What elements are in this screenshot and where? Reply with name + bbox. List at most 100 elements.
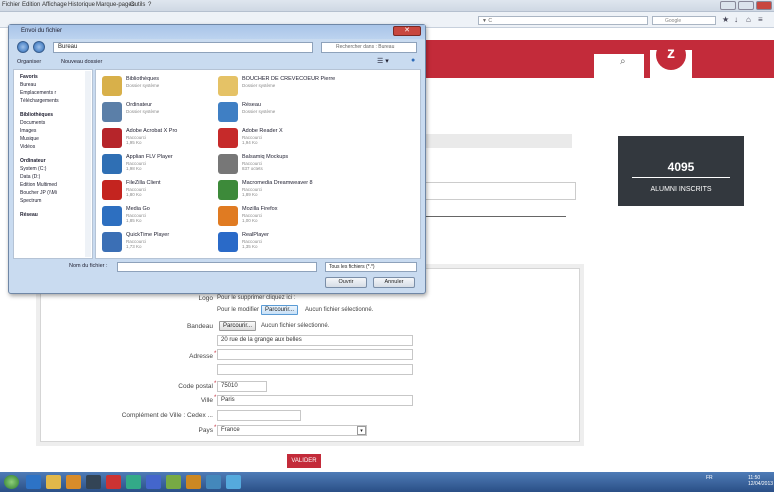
- maximize-button[interactable]: [738, 1, 754, 10]
- home-icon[interactable]: ⌂: [746, 15, 751, 24]
- file-item[interactable]: Balsamiq Mockups Raccourci 837 octets: [218, 152, 368, 178]
- file-name: Media Go: [126, 206, 150, 212]
- taskbar-app-icon[interactable]: [166, 475, 181, 489]
- bookmark-star-icon[interactable]: ★: [722, 15, 729, 24]
- nav-item[interactable]: Emplacements r: [20, 90, 56, 96]
- site-search[interactable]: ⌕: [594, 54, 644, 78]
- open-button[interactable]: Ouvrir: [325, 277, 367, 288]
- back-icon[interactable]: [17, 41, 29, 53]
- file-icon: [102, 76, 122, 96]
- file-icon: [218, 154, 238, 174]
- menu-historique[interactable]: Historique: [68, 2, 95, 8]
- nav-item[interactable]: System (C:): [20, 166, 46, 172]
- taskbar-app-icon[interactable]: [226, 475, 241, 489]
- dialog-close-button[interactable]: ✕: [393, 26, 421, 36]
- nav-scrollbar[interactable]: [85, 71, 91, 257]
- menu-fichier[interactable]: Fichier: [2, 2, 20, 8]
- file-name: Mozilla Firefox: [242, 206, 278, 212]
- menu-help[interactable]: ?: [148, 2, 151, 8]
- banner-label: Bandeau: [186, 323, 213, 330]
- zip-field[interactable]: 75010: [217, 381, 267, 392]
- address-line3-field[interactable]: [217, 364, 413, 375]
- chevron-down-icon[interactable]: ▾: [357, 426, 366, 435]
- nav-item[interactable]: Bibliothèques: [20, 112, 53, 118]
- view-options-icon[interactable]: ☰ ▾: [377, 57, 389, 65]
- new-folder-button[interactable]: Nouveau dossier: [61, 59, 102, 65]
- nav-item[interactable]: Vidéos: [20, 144, 35, 150]
- url-bar[interactable]: ▼ C: [478, 16, 648, 25]
- filename-input[interactable]: [117, 262, 317, 272]
- nav-item[interactable]: Ordinateur: [20, 158, 46, 164]
- close-button[interactable]: [756, 1, 772, 10]
- menu-icon[interactable]: ≡: [758, 15, 763, 24]
- taskbar-app-icon[interactable]: [146, 475, 161, 489]
- forward-icon[interactable]: [33, 41, 45, 53]
- file-item[interactable]: Mozilla Firefox Raccourci 1,00 Ko: [218, 204, 368, 230]
- file-item[interactable]: Macromedia Dreamweaver 8 Raccourci 1,89 K…: [218, 178, 368, 204]
- nav-item[interactable]: Edition Multimed: [20, 182, 57, 188]
- logo-no-file: Aucun fichier sélectionné.: [305, 307, 374, 313]
- dialog-bottom-bar: Nom du fichier : Tous les fichiers (*.*)…: [9, 261, 425, 293]
- file-name: RealPlayer: [242, 232, 269, 238]
- organize-button[interactable]: Organiser: [17, 59, 41, 65]
- submit-button[interactable]: VALIDER: [287, 454, 321, 468]
- address-field[interactable]: 20 rue de la grange aux belles: [217, 335, 413, 346]
- cancel-button[interactable]: Annuler: [373, 277, 415, 288]
- logo-browse-button[interactable]: Parcourir...: [261, 305, 299, 315]
- taskbar-app-icon[interactable]: [126, 475, 141, 489]
- dialog-address-bar[interactable]: Bureau: [53, 42, 313, 53]
- search-icon: ⌕: [620, 56, 626, 67]
- nav-item[interactable]: Favoris: [20, 74, 38, 80]
- file-item[interactable]: BOUCHER DE CREVECOEUR Pierre Dossier syst…: [218, 74, 368, 100]
- city-extra-field[interactable]: [217, 410, 301, 421]
- nav-item[interactable]: Réseau: [20, 212, 38, 218]
- required-mark: *: [214, 381, 217, 387]
- dialog-search-input[interactable]: Rechercher dans : Bureau: [321, 42, 417, 53]
- file-name: Applian FLV Player: [126, 154, 173, 160]
- taskbar-app-icon[interactable]: [186, 475, 201, 489]
- menu-marque-pages[interactable]: Marque-pages: [96, 2, 135, 8]
- taskbar-ie-icon[interactable]: [26, 475, 41, 489]
- nav-item[interactable]: Bureau: [20, 82, 36, 88]
- nav-item[interactable]: Documents: [20, 120, 45, 126]
- taskbar-app-icon[interactable]: [206, 475, 221, 489]
- dialog-nav-pane: Favoris Bureau Emplacements r Télécharge…: [13, 69, 93, 259]
- file-item[interactable]: Réseau Dossier système: [218, 100, 368, 126]
- taskbar-explorer-icon[interactable]: [46, 475, 61, 489]
- taskbar-firefox-icon[interactable]: [66, 475, 81, 489]
- banner-browse-button[interactable]: Parcourir...: [219, 321, 257, 331]
- start-button[interactable]: [4, 475, 19, 489]
- logo-label: Logo: [198, 295, 213, 302]
- file-item[interactable]: Adobe Reader X Raccourci 1,94 Ko: [218, 126, 368, 152]
- page-block: [422, 134, 572, 148]
- address-line2-field[interactable]: [217, 349, 413, 360]
- nav-item[interactable]: Data (D:): [20, 174, 40, 180]
- taskbar-app-icon[interactable]: [106, 475, 121, 489]
- browser-search-input[interactable]: Google: [652, 16, 716, 25]
- file-icon: [218, 206, 238, 226]
- city-label: Ville: [200, 397, 213, 404]
- menu-affichage[interactable]: Affichage: [42, 2, 67, 8]
- language-indicator[interactable]: FR: [706, 475, 713, 481]
- nav-item[interactable]: Spectrum: [20, 198, 41, 204]
- nav-item[interactable]: Boucher JP (\\Mi: [20, 190, 57, 196]
- menu-edition[interactable]: Edition: [22, 2, 40, 8]
- filetype-select[interactable]: Tous les fichiers (*.*): [325, 262, 417, 272]
- dialog-file-list: Bibliothèques Dossier système BOUCHER DE C…: [95, 69, 421, 259]
- nav-item[interactable]: Musique: [20, 136, 39, 142]
- taskbar-media-icon[interactable]: [86, 475, 101, 489]
- file-item[interactable]: RealPlayer Raccourci 1,35 Ko: [218, 230, 368, 256]
- help-icon[interactable]: ●: [411, 57, 415, 64]
- nav-item[interactable]: Téléchargements: [20, 98, 59, 104]
- page-input[interactable]: [424, 182, 576, 200]
- country-select[interactable]: France: [217, 425, 367, 436]
- nav-item[interactable]: Images: [20, 128, 36, 134]
- clock[interactable]: 11:50 12/04/2013: [748, 475, 773, 487]
- city-field[interactable]: Paris: [217, 395, 413, 406]
- file-name: Ordinateur: [126, 102, 152, 108]
- menu-outils[interactable]: Outils: [130, 2, 145, 8]
- download-icon[interactable]: ↓: [734, 15, 738, 24]
- logo-delete-text: Pour le supprimer cliquez ici :: [217, 295, 296, 301]
- logo-badge[interactable]: z: [650, 40, 692, 78]
- minimize-button[interactable]: [720, 1, 736, 10]
